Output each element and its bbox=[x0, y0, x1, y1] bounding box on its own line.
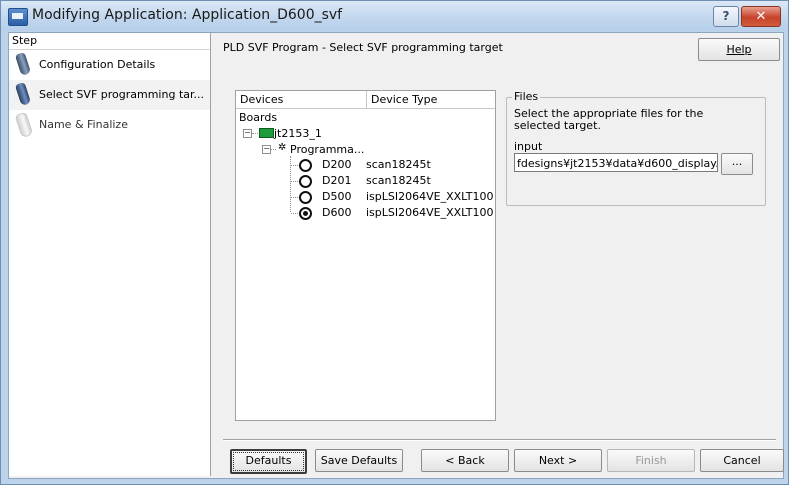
board-icon bbox=[259, 128, 274, 138]
save-defaults-button[interactable]: Save Defaults bbox=[315, 449, 403, 472]
step-done-icon bbox=[14, 51, 32, 77]
input-file-field[interactable]: fdesigns¥jt2153¥data¥d600_display.svf bbox=[514, 153, 718, 172]
device-name: D201 bbox=[322, 174, 352, 187]
browse-button[interactable]: ... bbox=[721, 153, 753, 175]
close-button[interactable]: ✕ bbox=[741, 6, 781, 27]
help-button[interactable]: Help bbox=[698, 38, 780, 61]
application-window: Modifying Application: Application_D600_… bbox=[0, 0, 789, 485]
files-legend: Files bbox=[512, 90, 541, 103]
help-button-label: Help bbox=[726, 43, 752, 56]
step-pending-icon bbox=[14, 111, 34, 139]
step-configuration-details[interactable]: Configuration Details bbox=[9, 50, 210, 80]
step-label: Name & Finalize bbox=[39, 118, 128, 131]
finish-button[interactable]: Finish bbox=[607, 449, 695, 472]
next-button[interactable]: Next > bbox=[514, 449, 602, 472]
step-current-icon bbox=[14, 81, 32, 107]
step-name-finalize[interactable]: Name & Finalize bbox=[9, 110, 210, 140]
tree-line bbox=[271, 149, 276, 150]
tree-board-node[interactable]: jt2153_1 bbox=[274, 126, 322, 141]
back-button[interactable]: < Back bbox=[421, 449, 509, 472]
device-type: ispLSI2064VE_XXLT100 bbox=[366, 190, 494, 203]
device-name: D500 bbox=[322, 190, 352, 203]
device-name: D200 bbox=[322, 158, 352, 171]
step-label: Select SVF programming tar... bbox=[39, 88, 204, 101]
device-type: scan18245t bbox=[366, 174, 431, 187]
main-panel: PLD SVF Program - Select SVF programming… bbox=[211, 33, 784, 476]
column-device-type[interactable]: Device Type bbox=[367, 91, 499, 108]
page-title: PLD SVF Program - Select SVF programming… bbox=[223, 41, 503, 54]
defaults-button[interactable]: Defaults bbox=[230, 449, 307, 474]
tree-group-node[interactable]: Programma... bbox=[290, 142, 364, 157]
column-devices[interactable]: Devices bbox=[236, 91, 367, 108]
wizard-client: Step Configuration Details Select SVF pr… bbox=[8, 32, 784, 479]
steps-header: Step bbox=[9, 33, 210, 50]
step-select-svf-target[interactable]: Select SVF programming tar... bbox=[9, 80, 210, 110]
expander-minus-icon[interactable]: − bbox=[262, 145, 271, 154]
device-radio[interactable] bbox=[299, 159, 312, 172]
device-radio[interactable] bbox=[299, 191, 312, 204]
device-radio[interactable] bbox=[299, 175, 312, 188]
device-name: D600 bbox=[322, 206, 352, 219]
device-tree[interactable]: Devices Device Type Boards − jt2153_1 − … bbox=[235, 90, 496, 421]
tree-header: Devices Device Type bbox=[236, 91, 495, 109]
device-radio-selected[interactable] bbox=[299, 207, 312, 220]
footer-separator bbox=[223, 439, 776, 441]
device-type: ispLSI2064VE_XXLT100 bbox=[366, 206, 494, 219]
input-label: input bbox=[514, 140, 543, 153]
device-type: scan18245t bbox=[366, 158, 431, 171]
step-label: Configuration Details bbox=[39, 58, 156, 71]
steps-panel: Step Configuration Details Select SVF pr… bbox=[9, 33, 211, 476]
tree-line bbox=[252, 133, 258, 134]
app-icon bbox=[8, 8, 28, 26]
files-description: Select the appropriate files for the sel… bbox=[514, 107, 704, 132]
tree-root-boards[interactable]: Boards bbox=[239, 110, 277, 125]
expander-minus-icon[interactable]: − bbox=[243, 129, 252, 138]
title-help-button[interactable]: ? bbox=[713, 6, 739, 27]
cancel-button[interactable]: Cancel bbox=[700, 449, 784, 472]
window-title: Modifying Application: Application_D600_… bbox=[32, 7, 343, 23]
title-bar[interactable]: Modifying Application: Application_D600_… bbox=[1, 1, 788, 31]
chip-icon: ✲ bbox=[278, 142, 287, 153]
